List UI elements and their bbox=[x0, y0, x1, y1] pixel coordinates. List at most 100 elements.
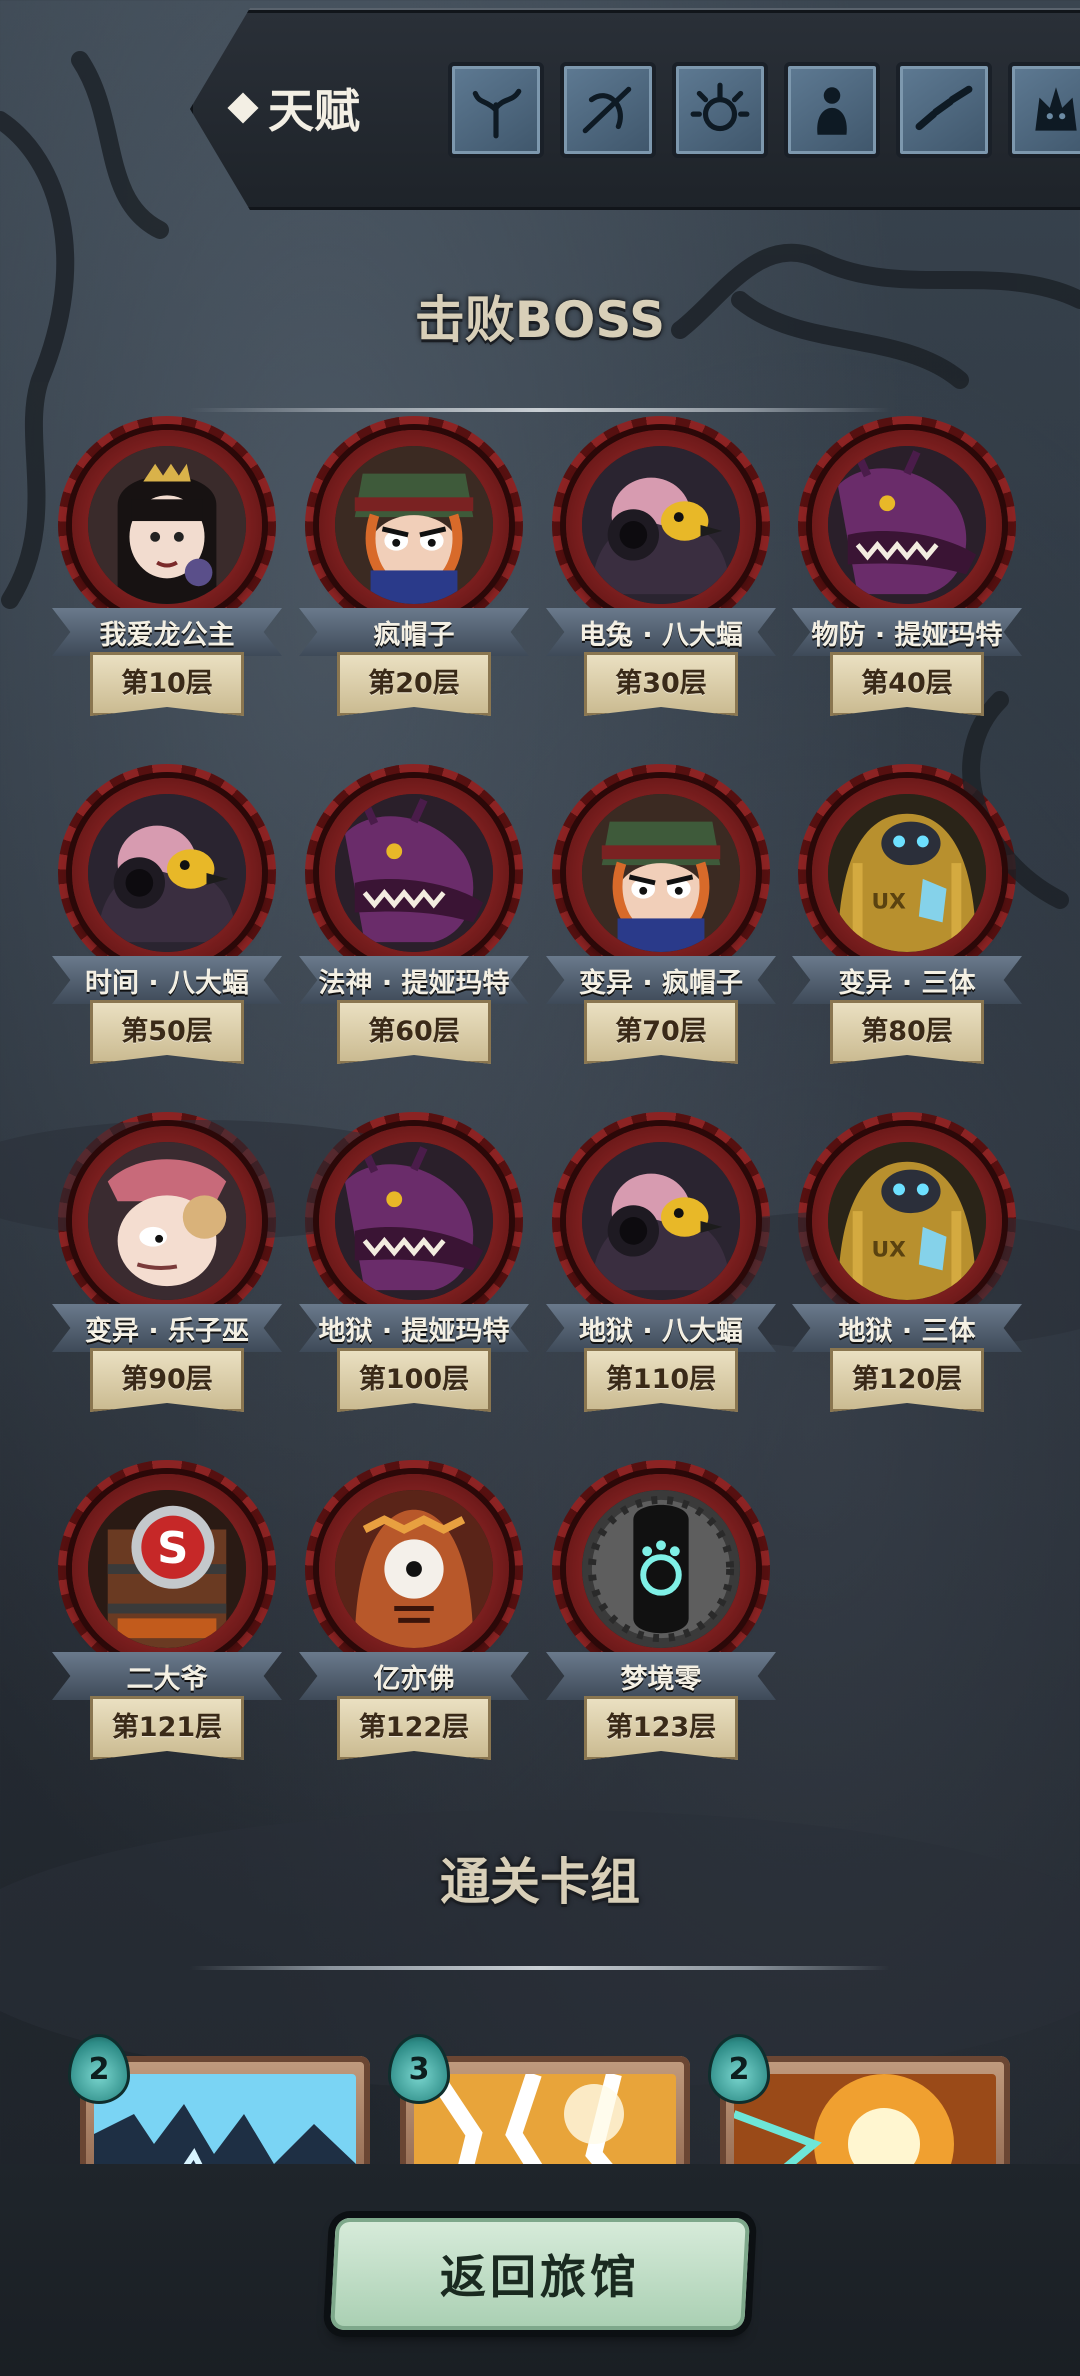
boss-floor: 第120层 bbox=[851, 1363, 963, 1395]
dragon-portrait bbox=[335, 1142, 493, 1300]
svg-text:UX: UX bbox=[871, 890, 906, 915]
boss-floor-banner: 第40层 bbox=[830, 652, 984, 716]
boss-floor-banner: 第30层 bbox=[584, 652, 738, 716]
deck-divider bbox=[190, 1966, 890, 1970]
boss-floor-banner: 第121层 bbox=[90, 1696, 244, 1760]
dragon-portrait bbox=[335, 794, 493, 952]
boss-name: 变异 · 三体 bbox=[838, 967, 976, 999]
talent-label-text: 天赋 bbox=[268, 84, 360, 138]
princess-portrait bbox=[88, 446, 246, 604]
boss-name: 时间 · 八大蝠 bbox=[84, 967, 250, 999]
boss-floor: 第20层 bbox=[368, 667, 460, 699]
boss-entry[interactable]: 时间 · 八大蝠 第50层 bbox=[52, 764, 282, 1098]
boss-name-ribbon: 二大爷 bbox=[52, 1652, 282, 1700]
boss-name-ribbon: 法神 · 提娅玛特 bbox=[299, 956, 529, 1004]
boss-floor: 第50层 bbox=[121, 1015, 213, 1047]
boss-entry[interactable]: 亿亦佛 第122层 bbox=[299, 1460, 529, 1794]
boss-entry[interactable]: 物防 · 提娅玛特 第40层 bbox=[792, 416, 1022, 750]
bat-bird-portrait bbox=[582, 1142, 740, 1300]
boss-floor: 第30层 bbox=[615, 667, 707, 699]
potion-bag-icon[interactable] bbox=[784, 62, 880, 158]
mask-portrait bbox=[582, 1490, 740, 1648]
boss-floor-banner: 第110层 bbox=[584, 1348, 738, 1412]
boss-floor: 第123层 bbox=[605, 1711, 717, 1743]
diamond-icon bbox=[227, 92, 259, 124]
boss-entry[interactable]: 电兔 · 八大蝠 第30层 bbox=[546, 416, 776, 750]
boss-name: 梦境零 bbox=[620, 1663, 702, 1695]
boss-name: 我爱龙公主 bbox=[99, 619, 235, 651]
boss-entry[interactable]: S 二大爷 第121层 bbox=[52, 1460, 282, 1794]
boss-name: 地狱 · 八大蝠 bbox=[578, 1315, 744, 1347]
boss-name: 地狱 · 三体 bbox=[838, 1315, 976, 1347]
boss-entry[interactable]: 地狱 · 提娅玛特 第100层 bbox=[299, 1112, 529, 1446]
boss-entry[interactable]: 变异 · 疯帽子 第70层 bbox=[546, 764, 776, 1098]
card-cost-badge: 3 bbox=[388, 2034, 450, 2104]
boss-floor: 第10层 bbox=[121, 667, 213, 699]
boss-entry[interactable]: 我爱龙公主 第10层 bbox=[52, 416, 282, 750]
barrel-portrait: S bbox=[88, 1490, 246, 1648]
boss-floor-banner: 第70层 bbox=[584, 1000, 738, 1064]
boss-name-ribbon: 地狱 · 八大蝠 bbox=[546, 1304, 776, 1352]
boss-name: 亿亦佛 bbox=[373, 1663, 455, 1695]
boss-portrait-frame bbox=[305, 1112, 523, 1330]
boss-entry[interactable]: 疯帽子 第20层 bbox=[299, 416, 529, 750]
crossbow-icon[interactable] bbox=[560, 62, 656, 158]
boss-name-ribbon: 我爱龙公主 bbox=[52, 608, 282, 656]
deck-section-title: 通关卡组 bbox=[440, 1853, 640, 1911]
card-cost: 3 bbox=[408, 2051, 430, 2087]
boss-portrait-frame bbox=[552, 1112, 770, 1330]
boss-name: 疯帽子 bbox=[373, 619, 455, 651]
boss-entry[interactable]: UX 变异 · 三体 第80层 bbox=[792, 764, 1022, 1098]
boss-floor: 第60层 bbox=[368, 1015, 460, 1047]
demon-face-icon[interactable] bbox=[1008, 62, 1080, 158]
boss-floor: 第122层 bbox=[358, 1711, 470, 1743]
chain-icon[interactable] bbox=[896, 62, 992, 158]
boss-portrait-frame bbox=[798, 416, 1016, 634]
boss-entry[interactable]: 地狱 · 八大蝠 第110层 bbox=[546, 1112, 776, 1446]
boss-name-ribbon: 疯帽子 bbox=[299, 608, 529, 656]
boss-portrait-frame bbox=[305, 416, 523, 634]
boss-portrait-frame bbox=[58, 764, 276, 982]
boss-floor: 第90层 bbox=[121, 1363, 213, 1395]
boss-entry[interactable]: 法神 · 提娅玛特 第60层 bbox=[299, 764, 529, 1098]
boss-entry[interactable]: 变异 · 乐子巫 第90层 bbox=[52, 1112, 282, 1446]
boss-entry[interactable]: 梦境零 第123层 bbox=[546, 1460, 776, 1794]
plant-icon[interactable] bbox=[448, 62, 544, 158]
boss-name-ribbon: 变异 · 乐子巫 bbox=[52, 1304, 282, 1352]
boss-floor: 第70层 bbox=[615, 1015, 707, 1047]
boss-floor-banner: 第20层 bbox=[337, 652, 491, 716]
gear-spirit-icon[interactable] bbox=[672, 62, 768, 158]
boss-floor: 第40层 bbox=[861, 667, 953, 699]
boss-portrait-frame bbox=[305, 764, 523, 982]
boss-name: 变异 · 疯帽子 bbox=[578, 967, 744, 999]
boss-floor: 第80层 bbox=[861, 1015, 953, 1047]
bat-bird-portrait bbox=[88, 794, 246, 952]
boss-portrait-frame bbox=[552, 416, 770, 634]
witch-portrait bbox=[88, 1142, 246, 1300]
card-cost-badge: 2 bbox=[708, 2034, 770, 2104]
boss-name-ribbon: 电兔 · 八大蝠 bbox=[546, 608, 776, 656]
card-cost: 2 bbox=[88, 2051, 110, 2087]
boss-floor-banner: 第80层 bbox=[830, 1000, 984, 1064]
boss-floor: 第100层 bbox=[358, 1363, 470, 1395]
svg-text:UX: UX bbox=[871, 1238, 906, 1263]
boss-portrait-frame bbox=[58, 416, 276, 634]
bat-bird-portrait bbox=[582, 446, 740, 604]
svg-text:S: S bbox=[157, 1524, 188, 1574]
boss-floor-banner: 第90层 bbox=[90, 1348, 244, 1412]
boss-divider bbox=[190, 408, 890, 412]
boss-portrait-frame bbox=[552, 764, 770, 982]
boss-portrait-frame: UX bbox=[798, 1112, 1016, 1330]
boss-floor-banner: 第123层 bbox=[584, 1696, 738, 1760]
boss-name: 物防 · 提娅玛特 bbox=[811, 619, 1003, 651]
talent-icons bbox=[448, 62, 1080, 158]
boss-name-ribbon: 物防 · 提娅玛特 bbox=[792, 608, 1022, 656]
boss-name-ribbon: 时间 · 八大蝠 bbox=[52, 956, 282, 1004]
boss-portrait-frame bbox=[58, 1112, 276, 1330]
boss-entry[interactable]: UX 地狱 · 三体 第120层 bbox=[792, 1112, 1022, 1446]
boss-floor-banner: 第100层 bbox=[337, 1348, 491, 1412]
back-to-inn-button[interactable]: 返回旅馆 bbox=[330, 2218, 750, 2330]
boss-name: 地狱 · 提娅玛特 bbox=[318, 1315, 510, 1347]
boss-floor-banner: 第60层 bbox=[337, 1000, 491, 1064]
boss-name-ribbon: 亿亦佛 bbox=[299, 1652, 529, 1700]
